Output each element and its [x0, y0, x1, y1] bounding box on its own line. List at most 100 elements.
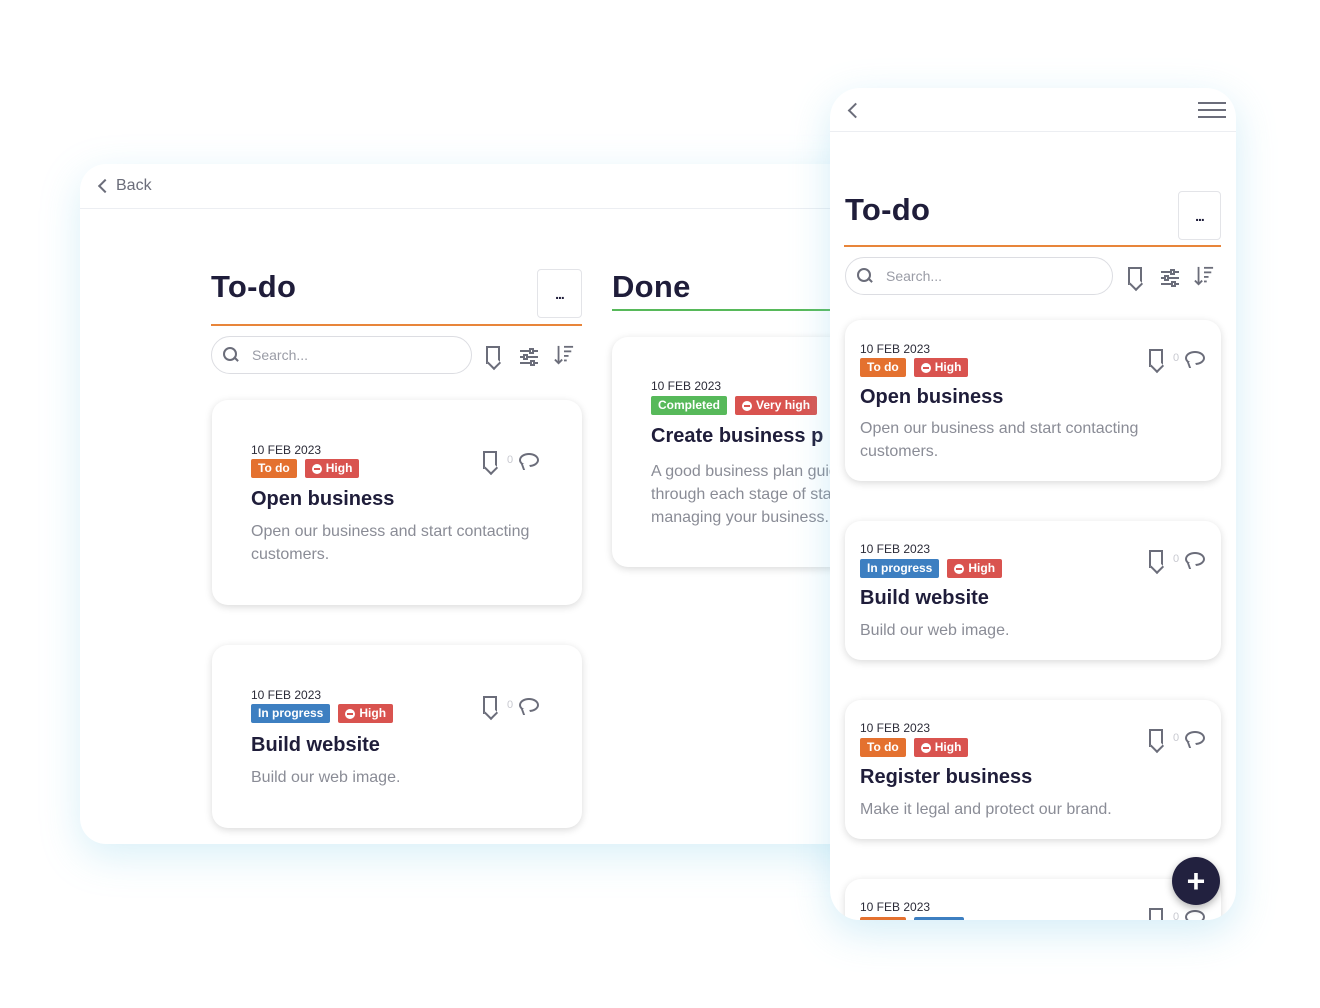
- task-title: Open business: [251, 488, 395, 510]
- priority-badge: Very high: [735, 396, 818, 415]
- mobile-window: To-do ... Search... 10 FEB 2023 To do Hi…: [830, 88, 1236, 920]
- todo-search-input[interactable]: Search...: [211, 336, 472, 374]
- desc-line: Open our business and start contacting: [860, 420, 1139, 437]
- status-badge: [860, 917, 906, 920]
- task-description: Build our web image.: [860, 619, 1009, 642]
- task-title: Build website: [860, 587, 989, 609]
- mobile-column-rule: [844, 245, 1221, 247]
- bookmark-filter-button[interactable]: [1128, 267, 1148, 289]
- desc-line: managing your business.: [651, 509, 829, 526]
- task-date: 10 FEB 2023: [860, 900, 931, 914]
- task-date: 10 FEB 2023: [860, 721, 931, 735]
- bookmark-icon[interactable]: [483, 451, 497, 469]
- minus-circle-icon: [920, 362, 931, 373]
- sliders-icon[interactable]: [519, 346, 539, 368]
- add-task-button[interactable]: +: [1172, 857, 1220, 905]
- bookmark-icon[interactable]: [1149, 550, 1163, 568]
- task-title: Open business: [860, 386, 1004, 408]
- comment-icon[interactable]: [519, 453, 540, 467]
- status-badge: To do: [860, 358, 906, 377]
- bookmark-filter-button[interactable]: [486, 346, 506, 368]
- task-description: Build our web image.: [251, 766, 400, 789]
- task-date: 10 FEB 2023: [251, 688, 322, 702]
- minus-circle-icon: [954, 563, 965, 574]
- task-actions: 0: [483, 696, 540, 714]
- task-tags: In progress High: [860, 559, 1003, 578]
- back-button[interactable]: Back: [96, 177, 152, 195]
- task-date: 10 FEB 2023: [860, 542, 931, 556]
- mobile-column-title: To-do: [845, 192, 931, 227]
- priority-badge: High: [913, 358, 969, 377]
- comment-count: 0: [1173, 553, 1180, 565]
- task-tags: Completed Very high: [651, 396, 818, 415]
- stage: Back To-do ... Search... 10 FEB 2023 To …: [0, 0, 1320, 1008]
- task-card[interactable]: 10 FEB 2023 In progress High Build websi…: [845, 521, 1221, 660]
- task-date: 10 FEB 2023: [860, 342, 931, 356]
- comment-icon[interactable]: [1185, 351, 1206, 365]
- minus-circle-icon: [345, 708, 356, 719]
- desc-line: A good business plan guid: [651, 463, 838, 480]
- priority-badge: High: [913, 738, 969, 757]
- priority-label: Very high: [756, 398, 811, 412]
- task-description: Open our business and start contacting c…: [860, 417, 1138, 463]
- minus-circle-icon: [920, 742, 931, 753]
- priority-badge: High: [304, 459, 360, 478]
- comment-count: 0: [1173, 911, 1180, 920]
- priority-label: High: [934, 740, 962, 754]
- search-placeholder: Search...: [886, 268, 943, 284]
- bookmark-icon[interactable]: [1149, 729, 1163, 747]
- task-tags: [860, 917, 964, 920]
- minus-circle-icon: [742, 400, 753, 411]
- task-tags: In progress High: [251, 704, 394, 723]
- task-description: Make it legal and protect our brand.: [860, 798, 1112, 821]
- task-actions: 0: [1149, 908, 1206, 920]
- desc-line: Make it legal and protect our brand.: [860, 801, 1112, 818]
- task-card[interactable]: 10 FEB 2023 To do High Register business…: [845, 700, 1221, 839]
- comment-icon[interactable]: [1185, 910, 1206, 920]
- desc-line: through each stage of sta: [651, 486, 832, 503]
- task-title: Register business: [860, 766, 1033, 788]
- todo-more-button[interactable]: ...: [537, 269, 582, 318]
- priority-label: High: [325, 461, 353, 475]
- task-card[interactable]: 10 FEB 2023 0: [845, 879, 1221, 920]
- sort-icon[interactable]: [554, 344, 574, 366]
- comment-count: 0: [507, 699, 514, 711]
- comment-icon[interactable]: [1185, 731, 1206, 745]
- todo-column-title: To-do: [211, 269, 297, 304]
- menu-icon[interactable]: [1198, 102, 1226, 120]
- comment-count: 0: [1173, 732, 1180, 744]
- task-actions: 0: [1149, 349, 1206, 367]
- status-badge: [914, 917, 964, 920]
- desc-line: Build our web image.: [860, 622, 1010, 639]
- comment-icon[interactable]: [1185, 552, 1206, 566]
- task-date: 10 FEB 2023: [251, 443, 322, 457]
- status-badge: Completed: [651, 396, 728, 415]
- priority-badge: High: [338, 704, 394, 723]
- sort-icon[interactable]: [1194, 265, 1214, 287]
- desc-line: customers.: [860, 443, 939, 460]
- status-badge: To do: [860, 738, 906, 757]
- bookmark-icon[interactable]: [1149, 349, 1163, 367]
- comment-count: 0: [507, 454, 514, 466]
- status-badge: In progress: [251, 704, 331, 723]
- chevron-left-icon[interactable]: [847, 102, 864, 119]
- bookmark-icon: [1128, 267, 1142, 285]
- mobile-search-input[interactable]: Search...: [845, 257, 1113, 295]
- mobile-more-button[interactable]: ...: [1178, 191, 1221, 240]
- bookmark-icon[interactable]: [1149, 908, 1163, 920]
- priority-label: High: [968, 561, 996, 575]
- task-tags: To do High: [860, 358, 969, 377]
- task-card[interactable]: 10 FEB 2023 To do High Open business Ope…: [845, 320, 1221, 481]
- comment-icon[interactable]: [519, 698, 540, 712]
- minus-circle-icon: [311, 463, 322, 474]
- search-icon: [856, 267, 874, 285]
- done-column-title: Done: [612, 269, 691, 304]
- bookmark-icon[interactable]: [483, 696, 497, 714]
- search-icon: [222, 346, 240, 364]
- task-tags: To do High: [251, 459, 360, 478]
- task-actions: 0: [483, 451, 540, 469]
- task-card[interactable]: 10 FEB 2023 In progress High Build websi…: [212, 645, 582, 828]
- sliders-icon[interactable]: [1160, 267, 1180, 289]
- task-description: Open our business and start contacting c…: [251, 520, 529, 566]
- task-card[interactable]: 10 FEB 2023 To do High Open business Ope…: [212, 400, 582, 605]
